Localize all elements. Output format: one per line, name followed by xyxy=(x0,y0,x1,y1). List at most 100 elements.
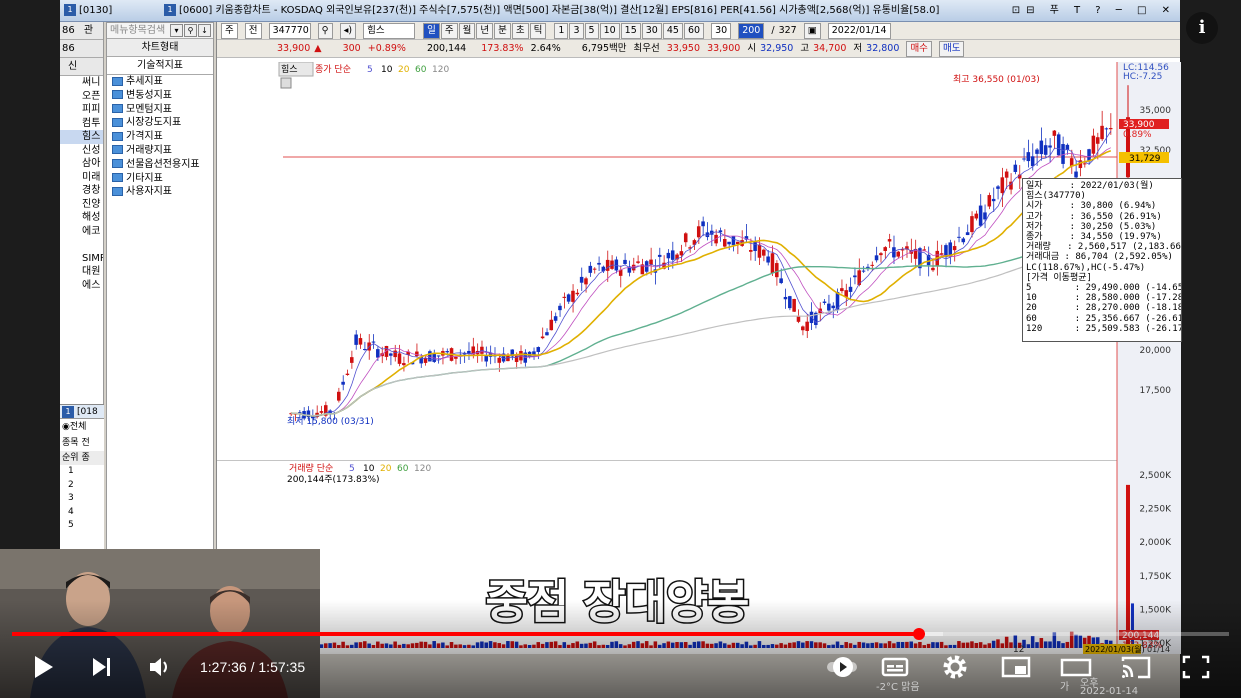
indicator-folder-label: 사용자지표 xyxy=(126,186,172,198)
stock-list-item[interactable]: 에코 xyxy=(60,225,103,239)
arrow-down-icon[interactable]: ↓ xyxy=(198,24,211,37)
rank-radio[interactable]: ◉전체 xyxy=(60,419,104,435)
timeframe-tabs: 일주월년분초틱 xyxy=(422,22,547,39)
weather-tray[interactable]: -2°C 맑음 xyxy=(876,678,920,693)
autoplay-toggle[interactable] xyxy=(826,652,860,682)
price-legend-period: 60 xyxy=(415,65,427,75)
play-button[interactable] xyxy=(30,652,58,682)
volume-legend-period: 60 xyxy=(397,464,409,474)
indicator-folder-item[interactable]: 기타지표 xyxy=(107,172,213,186)
minute-tab[interactable]: 15 xyxy=(620,23,641,39)
save-icon[interactable]: ▣ xyxy=(803,23,821,39)
timeframe-tab[interactable]: 분 xyxy=(494,23,511,39)
indicator-search-input[interactable]: 메뉴항목검색 xyxy=(110,25,165,36)
stock-code-input[interactable]: 347770 xyxy=(268,23,311,39)
rank-row[interactable]: 2 xyxy=(60,479,104,493)
indicator-folder-item[interactable]: 거래량지표 xyxy=(107,144,213,158)
indicator-folder-item[interactable]: 변동성지표 xyxy=(107,89,213,103)
info-icon[interactable]: i xyxy=(1186,12,1218,44)
stock-list-item[interactable]: 경창 xyxy=(60,184,103,198)
tab-technical-indicators[interactable]: 기술적지표 xyxy=(107,57,213,75)
stock-list-item[interactable]: SIMP xyxy=(60,252,103,266)
minute-tab[interactable]: 1 xyxy=(554,23,569,39)
stock-list-item[interactable]: 대원 xyxy=(60,265,103,279)
timeframe-tab[interactable]: 년 xyxy=(476,23,494,39)
settings-button[interactable] xyxy=(940,652,970,682)
count-input[interactable]: 30 xyxy=(711,23,732,39)
period-select[interactable]: 주 xyxy=(221,23,238,39)
stock-list-item[interactable]: 진양 xyxy=(60,198,103,212)
candle-body xyxy=(996,186,1000,189)
date-input[interactable]: 2022/01/14 xyxy=(827,23,891,39)
minute-tab[interactable]: 5 xyxy=(584,23,599,39)
fullscreen-button[interactable] xyxy=(1180,652,1212,682)
open-price: 32,950 xyxy=(760,43,794,54)
stock-list-item[interactable]: 컴투 xyxy=(60,117,103,131)
rank-row[interactable]: 4 xyxy=(60,506,104,520)
candle-body xyxy=(337,391,341,401)
tab-chart-type[interactable]: 차트형태 xyxy=(107,39,213,57)
candle-body xyxy=(870,264,874,266)
video-player[interactable]: 1 [0130] 1 [0600] 키움종합차트 - KOSDAQ 외국인보유[23… xyxy=(0,0,1241,698)
stock-list-item[interactable]: 써니 xyxy=(60,76,103,90)
folder-icon xyxy=(112,159,123,169)
miniplayer-button[interactable] xyxy=(1000,652,1032,682)
stock-list-item[interactable]: 에스 xyxy=(60,279,103,293)
indicator-folder-item[interactable]: 시장강도지표 xyxy=(107,116,213,130)
timeframe-tab[interactable]: 주 xyxy=(440,23,458,39)
ime-indicator[interactable]: 가 xyxy=(1060,678,1069,693)
rank-row[interactable]: 5 xyxy=(60,519,104,533)
indicator-folder-item[interactable]: 사용자지표 xyxy=(107,185,213,199)
stock-list-item[interactable]: 피피 xyxy=(60,103,103,117)
count-small[interactable]: 200 xyxy=(738,23,765,39)
indicator-folder-item[interactable]: 가격지표 xyxy=(107,130,213,144)
search-icon[interactable]: ⚲ xyxy=(184,24,197,37)
minute-tab[interactable]: 3 xyxy=(569,23,584,39)
rank-row[interactable]: 3 xyxy=(60,492,104,506)
indicator-folder-item[interactable]: 선물옵션전용지표 xyxy=(107,158,213,172)
rank-filter[interactable]: 종목 전 xyxy=(60,435,104,451)
minute-tab[interactable]: 45 xyxy=(662,23,683,39)
stock-list-tab[interactable]: 관 xyxy=(84,25,93,36)
timeframe-tab[interactable]: 틱 xyxy=(529,23,547,39)
progress-bar[interactable] xyxy=(12,628,1229,640)
next-button[interactable] xyxy=(88,652,116,682)
stock-list-item[interactable]: 힘스 xyxy=(60,130,103,144)
indicator-folder-item[interactable]: 추세지표 xyxy=(107,75,213,89)
candle-body xyxy=(701,221,705,227)
dropdown-icon[interactable]: ▾ xyxy=(170,24,183,37)
minute-tab[interactable]: 60 xyxy=(683,23,705,39)
stock-list-item[interactable]: 오픈 xyxy=(60,90,103,104)
stock-list-item[interactable]: 삼아 xyxy=(60,157,103,171)
progress-scrubber[interactable] xyxy=(912,628,925,640)
volume-button[interactable] xyxy=(146,652,174,682)
minute-tab[interactable]: 30 xyxy=(641,23,662,39)
window-controls[interactable]: ⊡⊟ 푸 T ? ─ □ ✕ xyxy=(1012,0,1176,21)
candle-body xyxy=(961,238,966,243)
candle-body xyxy=(779,278,783,284)
rank-panel: 1 [018 ◉전체 종목 전 순위 종 1 2 3 4 5 xyxy=(60,404,104,554)
autoplay-icon xyxy=(827,657,857,677)
minute-tab[interactable]: 10 xyxy=(599,23,620,39)
timeframe-tab[interactable]: 월 xyxy=(458,23,476,39)
stock-list-item[interactable]: 신성 xyxy=(60,144,103,158)
candle-body xyxy=(467,350,471,354)
indicator-folder-item[interactable]: 모멘텀지표 xyxy=(107,103,213,117)
stock-list-item[interactable]: 미래 xyxy=(60,171,103,185)
prev-select[interactable]: 전 xyxy=(244,23,262,39)
speaker-icon[interactable]: ◂) xyxy=(339,23,357,39)
cast-button[interactable] xyxy=(1120,652,1152,682)
timeframe-tab[interactable]: 일 xyxy=(423,23,440,39)
rank-row[interactable]: 1 xyxy=(60,465,104,479)
candle-body xyxy=(497,357,502,363)
timeframe-tab[interactable]: 초 xyxy=(511,23,529,39)
left-window-tag[interactable]: 1 [0130] xyxy=(64,0,112,21)
buy-button[interactable]: 매수 xyxy=(906,41,932,57)
chart-settings-icon[interactable] xyxy=(280,77,292,89)
stock-name-field[interactable]: 힘스 xyxy=(363,23,416,39)
stock-list-item[interactable] xyxy=(60,238,103,252)
sell-button[interactable]: 매도 xyxy=(938,41,965,57)
search-icon[interactable]: ⚲ xyxy=(317,23,333,39)
indicator-search[interactable]: 메뉴항목검색 ▾ ⚲ ↓ xyxy=(107,23,213,39)
stock-list-item[interactable]: 해성 xyxy=(60,211,103,225)
